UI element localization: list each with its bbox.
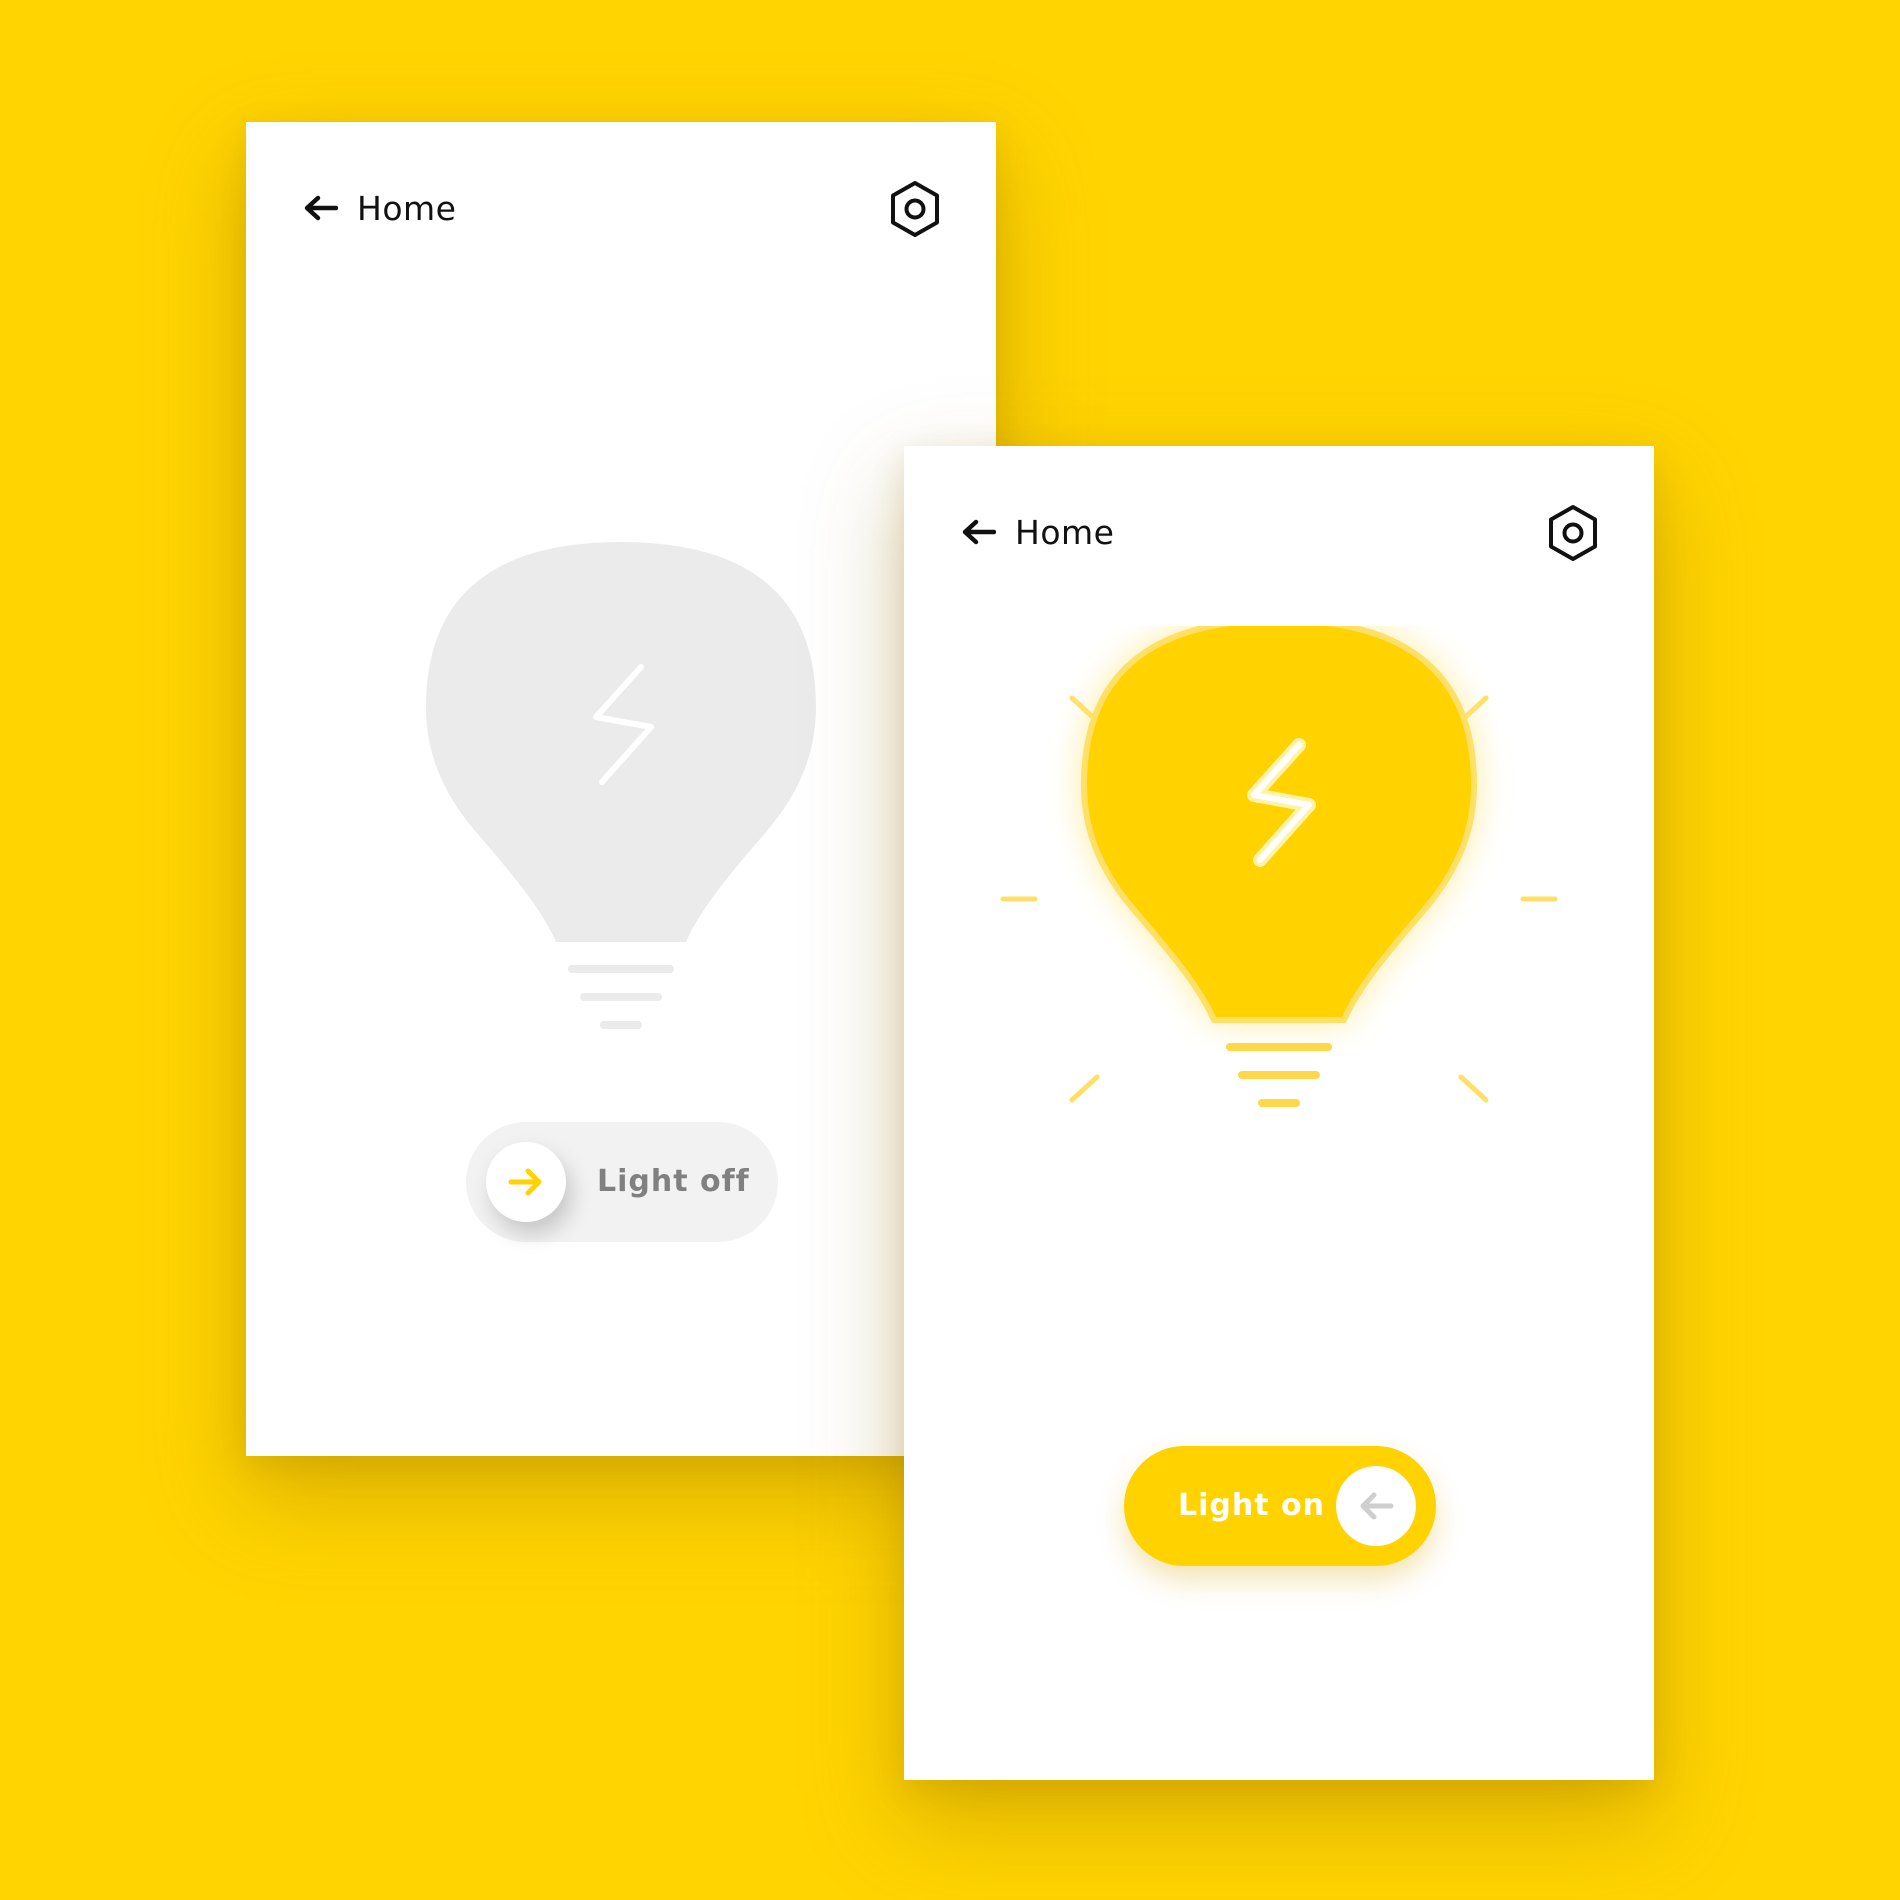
hexagon-settings-icon	[1549, 505, 1597, 561]
arrow-left-icon	[304, 195, 338, 221]
lightbulb-on-icon	[1000, 626, 1558, 1107]
toggle-knob[interactable]	[486, 1142, 566, 1222]
lightbulb-off-icon	[426, 542, 816, 1029]
arrow-left-icon	[1360, 1492, 1394, 1520]
back-label: Home	[1015, 512, 1115, 552]
header: Home	[246, 122, 996, 292]
bulb-illustration	[246, 302, 996, 1172]
phone-screen-light-off: Home Light off	[246, 122, 996, 1456]
back-button[interactable]: Home	[962, 510, 1114, 554]
toggle-label: Light off	[597, 1164, 750, 1199]
arrow-right-icon	[508, 1168, 542, 1196]
back-label: Home	[357, 188, 457, 228]
header: Home	[904, 446, 1654, 616]
light-toggle[interactable]: Light off	[466, 1122, 778, 1242]
settings-button[interactable]	[1546, 504, 1600, 562]
hexagon-settings-icon	[891, 181, 939, 237]
phone-screen-light-on: Home Light on	[904, 446, 1654, 1780]
back-button[interactable]: Home	[304, 186, 456, 230]
settings-button[interactable]	[888, 180, 942, 238]
toggle-label: Light on	[1178, 1488, 1325, 1523]
arrow-left-icon	[962, 519, 996, 545]
toggle-knob[interactable]	[1336, 1466, 1416, 1546]
light-toggle[interactable]: Light on	[1124, 1446, 1436, 1566]
bulb-illustration	[904, 626, 1654, 1496]
